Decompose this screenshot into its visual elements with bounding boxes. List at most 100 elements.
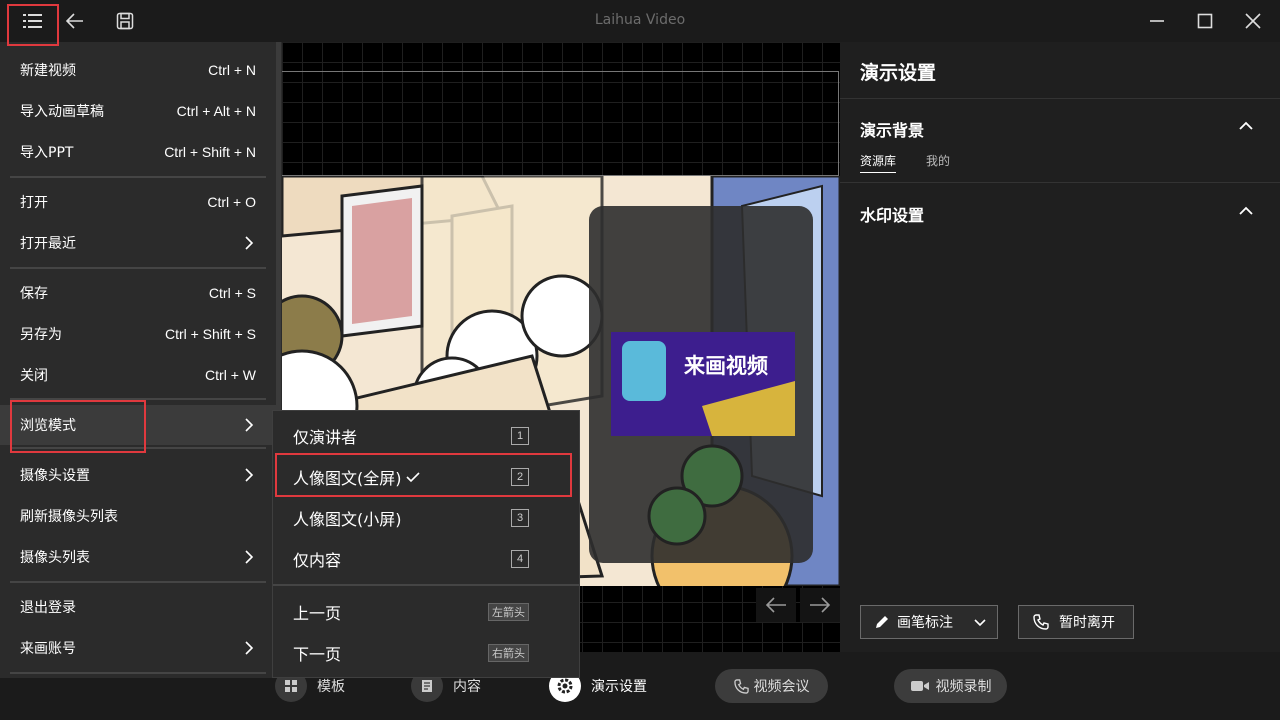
pen-annotation-label: 画笔标注 xyxy=(897,615,953,631)
video-meeting-label: 视频会议 xyxy=(753,679,810,695)
menu-item-camera-list[interactable]: 摄像头列表 xyxy=(0,537,276,577)
menu-item-refresh-cameras[interactable]: 刷新摄像头列表 xyxy=(0,496,276,536)
menu-item-camera-settings[interactable]: 摄像头设置 xyxy=(0,455,276,495)
menu-item-label: 打开 xyxy=(20,195,48,211)
watermark-section-label[interactable]: 水印设置 xyxy=(860,202,924,226)
menu-divider xyxy=(10,176,266,178)
presentation-settings-panel: 演示设置 演示背景 资源库 我的 水印设置 画笔标注 暂时离开 xyxy=(840,42,1280,652)
chevron-right-icon xyxy=(245,641,254,655)
app-title: Laihua Video xyxy=(594,12,686,28)
video-record-button[interactable]: 视频录制 xyxy=(894,669,1007,703)
menu-item-account[interactable]: 来画账号 xyxy=(0,628,276,668)
close-icon xyxy=(1245,13,1261,29)
submenu-item-label: 上一页 xyxy=(293,604,342,623)
menu-item-shortcut: Ctrl + W xyxy=(205,367,256,383)
tab-mine[interactable]: 我的 xyxy=(926,152,950,169)
menu-item-label: 来画账号 xyxy=(20,641,76,657)
key-hint: 4 xyxy=(511,550,529,568)
menu-item-open[interactable]: 打开 Ctrl + O xyxy=(0,182,276,222)
menu-item-label: 导入动画草稿 xyxy=(20,104,104,120)
submenu-item-content-only[interactable]: 仅内容 4 xyxy=(273,539,579,579)
key-hint: 3 xyxy=(511,509,529,527)
video-meeting-button[interactable]: 视频会议 xyxy=(715,669,828,703)
arrow-left-icon xyxy=(765,597,786,613)
next-slide-button[interactable] xyxy=(800,588,840,622)
menu-item-new-video[interactable]: 新建视频 Ctrl + N xyxy=(0,50,276,90)
menu-item-label: 关闭 xyxy=(20,368,48,384)
chevron-right-icon xyxy=(245,418,254,432)
minimize-icon xyxy=(1150,20,1164,22)
menu-item-save[interactable]: 保存 Ctrl + S xyxy=(0,273,276,313)
menu-item-shortcut: Ctrl + Shift + S xyxy=(164,326,256,342)
menu-item-open-recent[interactable]: 打开最近 xyxy=(0,223,276,263)
menu-item-label: 导入PPT xyxy=(20,145,74,161)
submenu-item-label: 人像图文(小屏) xyxy=(293,510,402,529)
menu-item-shortcut: Ctrl + N xyxy=(208,62,256,78)
menu-item-logout[interactable]: 退出登录 xyxy=(0,587,276,627)
menu-divider xyxy=(10,672,266,674)
divider xyxy=(840,182,1280,183)
menu-item-import-ppt[interactable]: 导入PPT Ctrl + Shift + N xyxy=(0,132,276,172)
main-menu: 新建视频 Ctrl + N 导入动画草稿 Ctrl + Alt + N 导入PP… xyxy=(0,42,282,678)
prev-slide-button[interactable] xyxy=(756,588,796,622)
maximize-icon xyxy=(1197,13,1213,29)
menu-divider xyxy=(10,581,266,583)
key-hint: 1 xyxy=(511,427,529,445)
submenu-item-prev-page[interactable]: 上一页 左箭头 xyxy=(273,592,579,632)
menu-item-label: 刷新摄像头列表 xyxy=(20,509,118,525)
menu-item-label: 另存为 xyxy=(20,327,62,343)
away-button[interactable]: 暂时离开 xyxy=(1018,605,1134,639)
menu-item-label: 新建视频 xyxy=(20,63,76,79)
submenu-item-label: 下一页 xyxy=(293,645,342,664)
pen-annotation-button[interactable]: 画笔标注 xyxy=(860,605,998,639)
menu-item-shortcut: Ctrl + Alt + N xyxy=(176,103,256,119)
maximize-button[interactable] xyxy=(1188,0,1222,42)
highlight-browse-mode xyxy=(10,400,146,453)
submenu-item-next-page[interactable]: 下一页 右箭头 xyxy=(273,633,579,673)
chevron-right-icon xyxy=(245,550,254,564)
highlight-menu-button xyxy=(7,4,59,46)
divider xyxy=(840,98,1280,99)
submenu-item-presenter-only[interactable]: 仅演讲者 1 xyxy=(273,416,579,456)
away-label: 暂时离开 xyxy=(1059,615,1115,631)
menu-item-save-as[interactable]: 另存为 Ctrl + Shift + S xyxy=(0,314,276,354)
template-label: 模板 xyxy=(317,679,345,695)
pen-icon xyxy=(876,616,888,628)
close-window-button[interactable] xyxy=(1236,0,1270,42)
phone-icon xyxy=(1033,614,1049,630)
menu-item-label: 打开最近 xyxy=(20,236,76,252)
phone-icon xyxy=(733,678,749,694)
submenu-divider xyxy=(273,584,579,586)
background-section-label[interactable]: 演示背景 xyxy=(860,117,924,141)
chevron-up-icon[interactable] xyxy=(1238,203,1254,219)
submenu-item-label: 仅演讲者 xyxy=(293,428,358,447)
chevron-down-icon[interactable] xyxy=(973,615,987,629)
minimize-button[interactable] xyxy=(1140,0,1174,42)
video-record-label: 视频录制 xyxy=(935,679,992,695)
artwork-banner-headline: 来画视频 xyxy=(684,354,768,378)
menu-item-label: 退出登录 xyxy=(20,600,76,616)
title-bar: Laihua Video xyxy=(0,0,1280,42)
menu-item-label: 摄像头设置 xyxy=(20,468,90,484)
menu-item-import-draft[interactable]: 导入动画草稿 Ctrl + Alt + N xyxy=(0,91,276,131)
panel-title: 演示设置 xyxy=(860,62,937,84)
submenu-item-portrait-small[interactable]: 人像图文(小屏) 3 xyxy=(273,498,579,538)
present-settings-label: 演示设置 xyxy=(591,679,647,695)
highlight-portrait-full xyxy=(275,453,572,497)
content-label: 内容 xyxy=(453,679,481,695)
arrow-right-icon xyxy=(810,597,831,613)
key-hint: 左箭头 xyxy=(488,603,529,621)
submenu-item-label: 仅内容 xyxy=(293,551,342,570)
browse-mode-submenu: 仅演讲者 1 人像图文(全屏) 2 人像图文(小屏) 3 仅内容 4 上一页 左… xyxy=(272,410,580,678)
menu-item-label: 摄像头列表 xyxy=(20,550,90,566)
chevron-right-icon xyxy=(245,468,254,482)
chevron-up-icon[interactable] xyxy=(1238,118,1254,134)
menu-item-shortcut: Ctrl + O xyxy=(207,194,256,210)
stage-outline xyxy=(282,71,839,176)
chevron-right-icon xyxy=(245,236,254,250)
menu-divider xyxy=(10,267,266,269)
menu-item-shortcut: Ctrl + S xyxy=(208,285,256,301)
menu-item-close[interactable]: 关闭 Ctrl + W xyxy=(0,355,276,395)
menu-item-shortcut: Ctrl + Shift + N xyxy=(164,144,256,160)
tab-resource-library[interactable]: 资源库 xyxy=(860,152,897,173)
